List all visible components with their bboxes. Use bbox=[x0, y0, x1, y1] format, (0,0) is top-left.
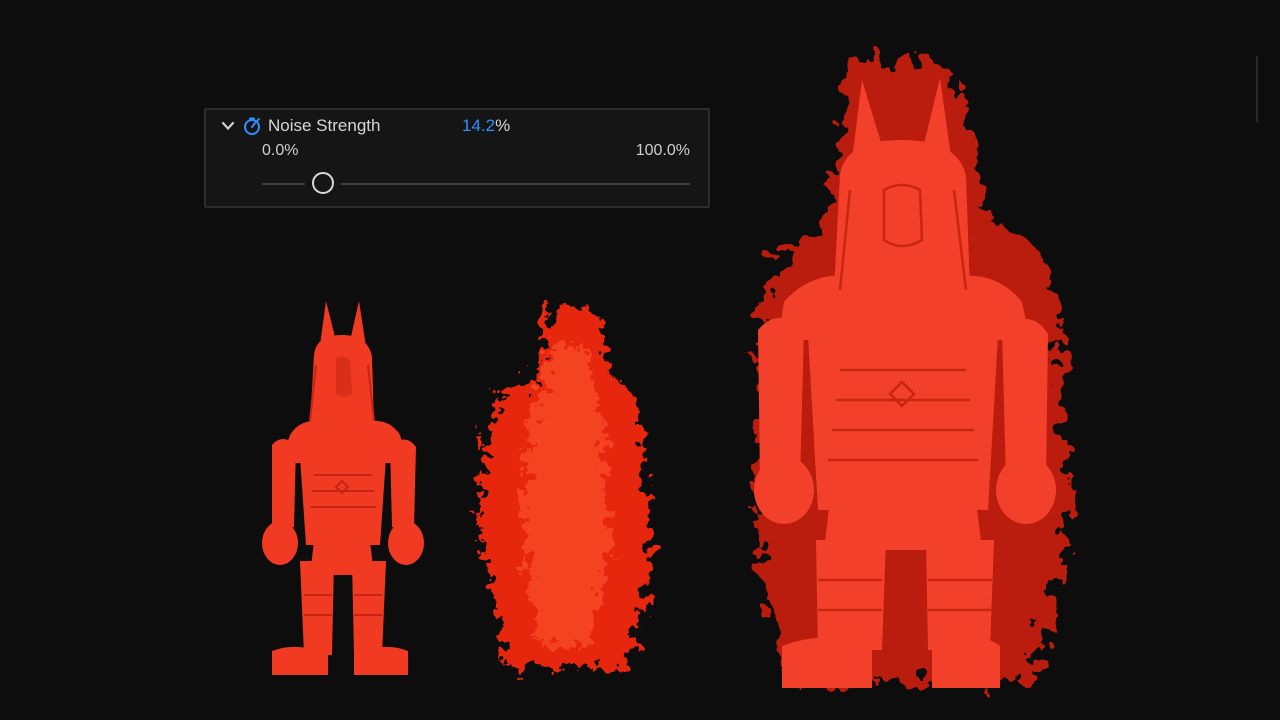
effect-control-panel: Noise Strength 14.2% 0.0% 100.0% bbox=[204, 108, 710, 208]
edge-marker bbox=[1256, 56, 1258, 122]
slider-min-label: 0.0% bbox=[262, 142, 299, 159]
slider-max-label: 100.0% bbox=[635, 142, 690, 159]
slider-thumb[interactable] bbox=[311, 172, 334, 194]
param-value-number[interactable]: 14.2 bbox=[462, 116, 495, 135]
stopwatch-icon[interactable] bbox=[242, 116, 262, 136]
param-header: Noise Strength bbox=[220, 114, 380, 138]
figure-dissolved bbox=[480, 305, 652, 667]
param-value-unit: % bbox=[495, 116, 511, 135]
figure-clean bbox=[262, 301, 424, 675]
param-value[interactable]: 14.2% bbox=[462, 114, 510, 138]
figure-noise bbox=[754, 57, 1070, 688]
chevron-down-icon[interactable] bbox=[220, 118, 236, 134]
param-name: Noise Strength bbox=[268, 116, 381, 135]
